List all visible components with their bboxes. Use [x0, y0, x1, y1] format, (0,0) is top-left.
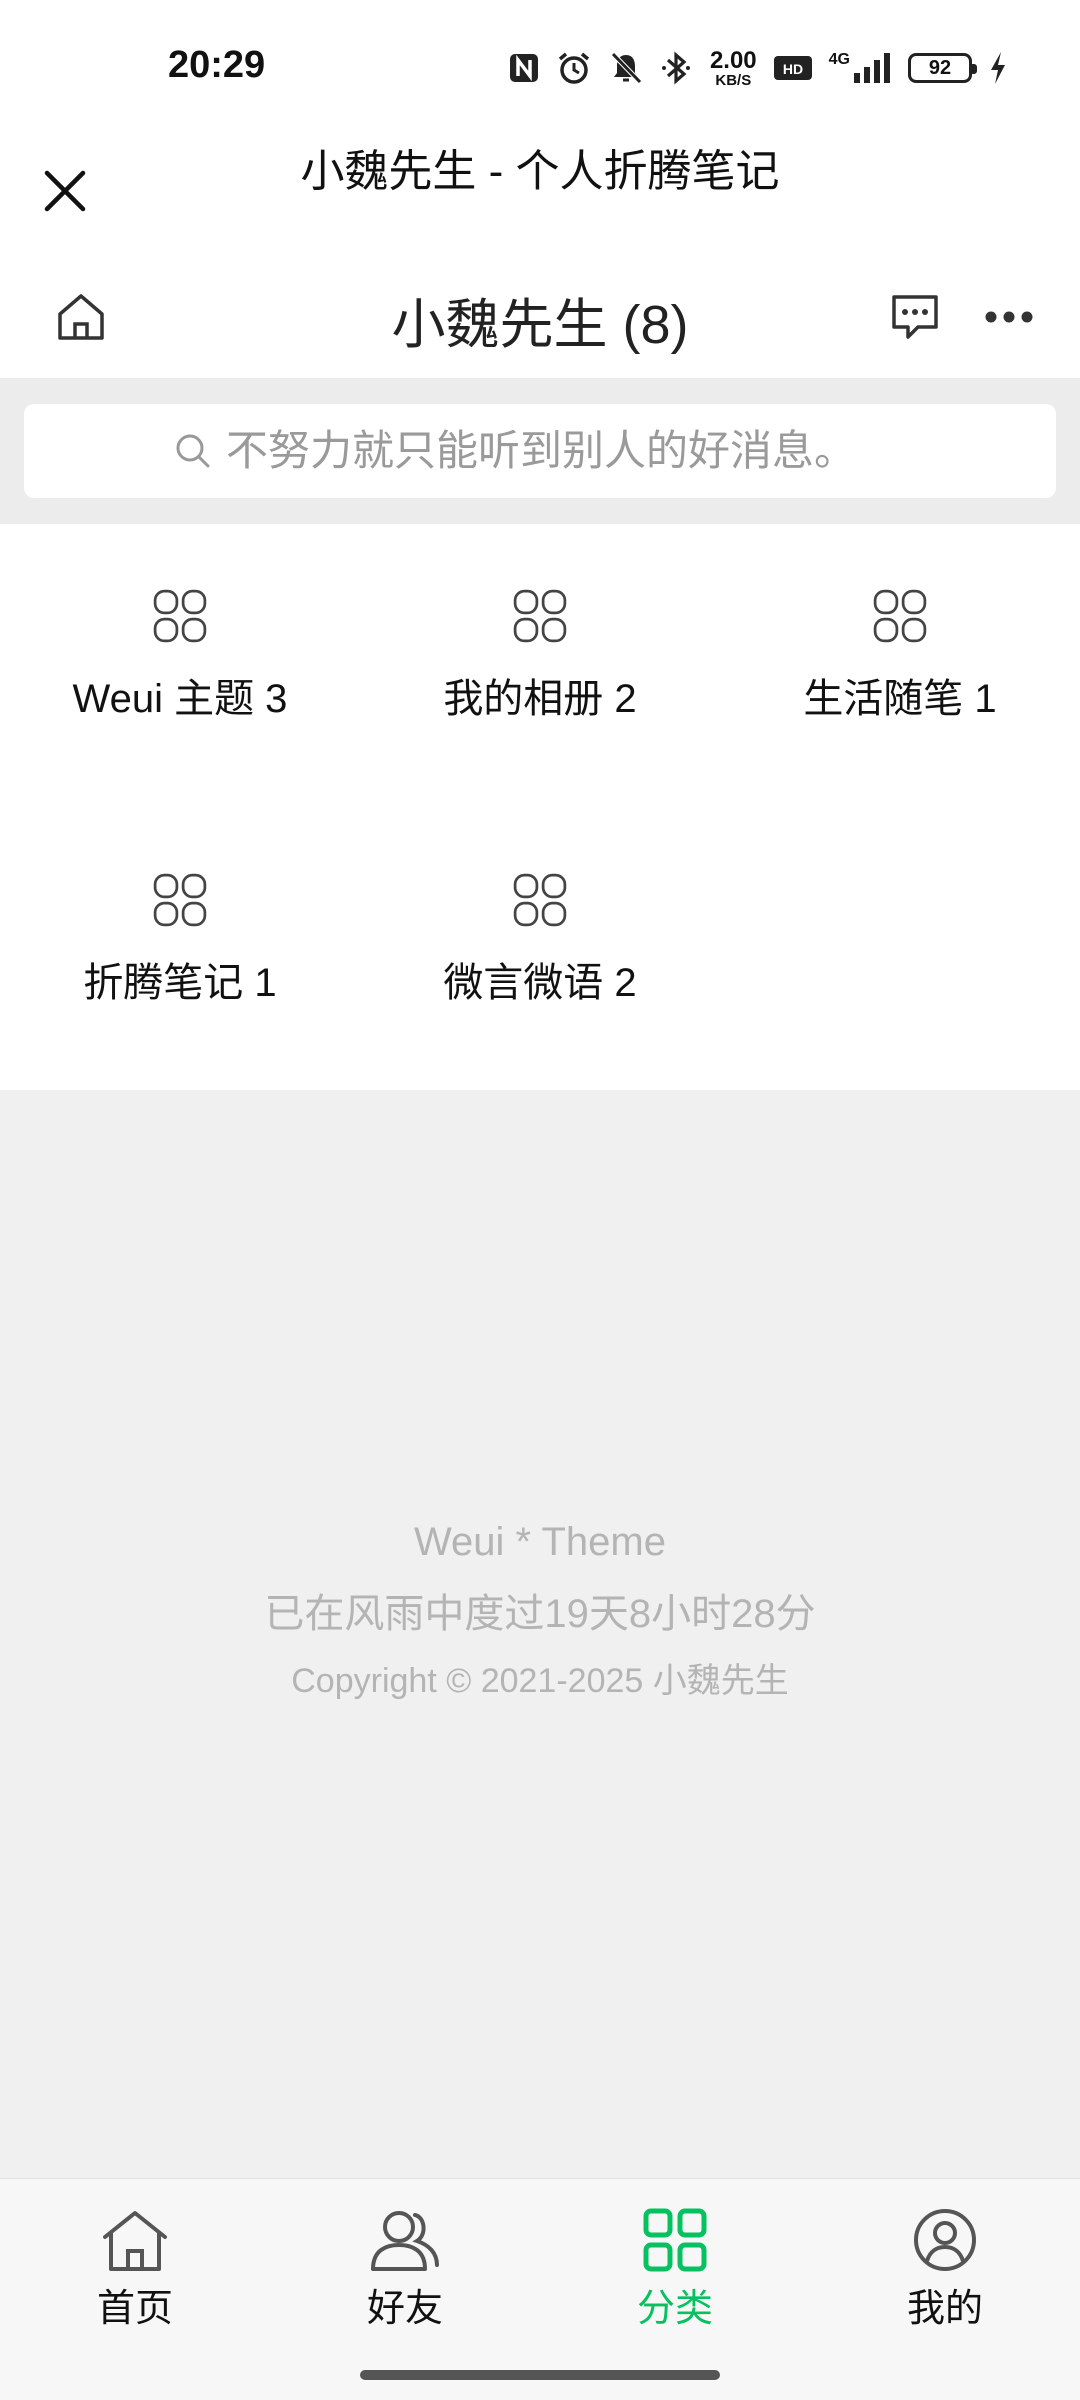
profile-icon	[914, 2209, 976, 2271]
tab-home[interactable]: 首页	[0, 2207, 270, 2347]
status-time: 20:29	[168, 44, 266, 86]
signal-icon: 4G	[829, 51, 892, 85]
status-bar: 20:29 2.00 KB/S HD 4G 92	[0, 0, 1080, 132]
mute-icon	[611, 52, 642, 84]
category-label: 我的相册 2	[443, 677, 637, 721]
friends-icon	[371, 2211, 439, 2271]
tab-category[interactable]: 分类	[540, 2207, 810, 2347]
search-icon	[176, 434, 210, 468]
more-button[interactable]	[974, 282, 1044, 352]
more-icon	[985, 311, 1033, 323]
category-grid-icon	[643, 2208, 707, 2272]
home-indicator[interactable]	[360, 2370, 720, 2380]
footer-theme: Weui * Theme	[414, 1520, 666, 1564]
search-box[interactable]	[24, 404, 1056, 498]
webview-title: 小魏先生 - 个人折腾笔记	[300, 147, 780, 196]
category-item-micro-words[interactable]: 微言微语 2	[360, 808, 720, 1008]
category-label: Weui 主题 3	[72, 677, 288, 721]
hd-icon: HD	[773, 56, 812, 80]
tab-label: 首页	[96, 2288, 173, 2330]
category-grid-icon	[513, 873, 567, 927]
search-input[interactable]	[226, 427, 906, 475]
tab-label: 分类	[636, 2288, 713, 2330]
category-grid-icon	[153, 873, 207, 927]
search-section	[0, 378, 1080, 524]
net-speed-unit: KB/S	[715, 71, 752, 89]
category-grid-icon	[513, 589, 567, 643]
category-item-weui-theme[interactable]: Weui 主题 3	[0, 524, 360, 724]
home-icon	[103, 2211, 167, 2271]
bottom-tab-bar: 首页 好友 分类 我的	[0, 2178, 1080, 2400]
category-label: 生活随笔 1	[803, 677, 997, 721]
network-type: 4G	[828, 51, 850, 68]
tab-label: 我的	[906, 2288, 983, 2330]
category-label: 折腾笔记 1	[83, 961, 277, 1005]
battery-level: 92	[928, 56, 952, 79]
status-icons: 2.00 KB/S HD 4G 92	[508, 46, 1008, 90]
svg-text:HD: HD	[783, 61, 803, 77]
charging-icon	[991, 52, 1005, 84]
site-header: 小魏先生 (8)	[0, 252, 1080, 378]
footer-uptime: 已在风雨中度过19天8小时28分	[264, 1592, 816, 1636]
net-speed: 2.00 KB/S	[709, 46, 757, 89]
app-root: 20:29 2.00 KB/S HD 4G 92 小魏先生 - 个人折腾笔记 小…	[0, 0, 1080, 2400]
category-grid: Weui 主题 3 我的相册 2 生活随笔 1 折腾笔记 1 微言微语 2	[0, 524, 1080, 1090]
alarm-icon	[558, 52, 590, 84]
category-grid-icon	[873, 589, 927, 643]
net-speed-value: 2.00	[709, 46, 757, 74]
tab-friends[interactable]: 好友	[270, 2207, 540, 2347]
message-icon	[892, 295, 938, 339]
message-button[interactable]	[880, 282, 950, 352]
bluetooth-icon	[661, 51, 690, 85]
tab-label: 好友	[366, 2288, 443, 2330]
nfc-icon	[509, 54, 538, 82]
category-item-life-notes[interactable]: 生活随笔 1	[720, 524, 1080, 724]
site-footer: Weui * Theme 已在风雨中度过19天8小时28分 Copyright …	[0, 1520, 1080, 1702]
tab-profile[interactable]: 我的	[810, 2207, 1080, 2347]
battery-icon: 92	[908, 53, 977, 83]
category-item-my-album[interactable]: 我的相册 2	[360, 524, 720, 724]
category-label: 微言微语 2	[443, 961, 637, 1005]
webview-header: 小魏先生 - 个人折腾笔记	[0, 132, 1080, 252]
category-grid-icon	[153, 589, 207, 643]
footer-copyright: Copyright © 2021-2025 小魏先生	[291, 1662, 789, 1700]
category-item-tinkering-notes[interactable]: 折腾笔记 1	[0, 808, 360, 1008]
